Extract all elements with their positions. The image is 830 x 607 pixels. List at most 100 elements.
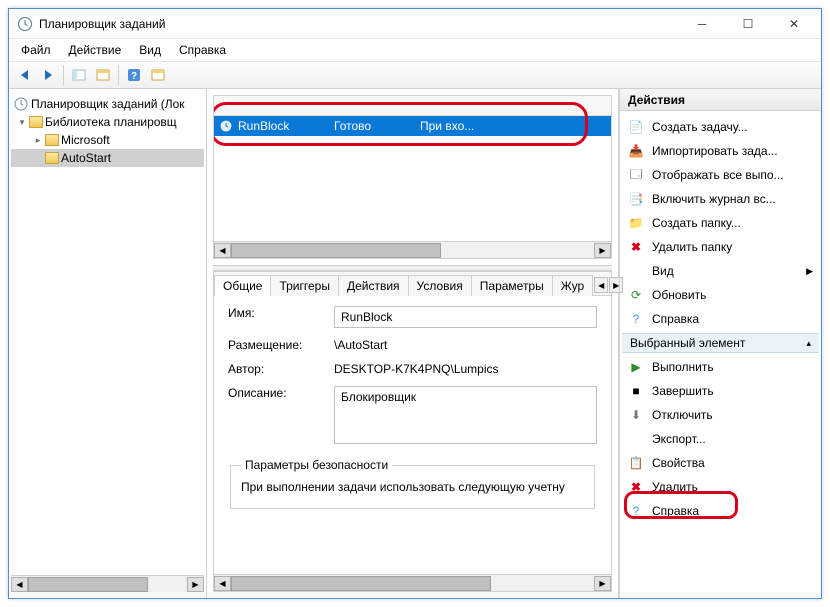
action-export[interactable]: Экспорт...: [622, 427, 819, 451]
chevron-down-icon: ▾: [17, 117, 27, 128]
actions-pane: Действия 📄Создать задачу... 📥Импортирова…: [619, 89, 821, 598]
task-state-cell: Готово: [334, 119, 414, 133]
delete-x-icon: ✖: [628, 239, 644, 255]
play-icon: ▶: [628, 359, 644, 375]
help-icon: ?: [628, 311, 644, 327]
clock-icon: [220, 120, 232, 132]
task-list[interactable]: RunBlock Готово При вхо... ◀▶: [213, 95, 612, 259]
task-scheduler-window: Планировщик заданий ─ ☐ ✕ Файл Действие …: [8, 8, 822, 599]
menubar: Файл Действие Вид Справка: [9, 39, 821, 61]
tab-actions[interactable]: Действия: [338, 275, 409, 296]
tree-library[interactable]: ▾ Библиотека планировщ: [11, 113, 204, 131]
author-label: Автор:: [228, 362, 324, 376]
titlebar: Планировщик заданий ─ ☐ ✕: [9, 9, 821, 39]
content-area: Планировщик заданий (Лок ▾ Библиотека пл…: [9, 89, 821, 598]
tree-hscrollbar[interactable]: ◀▶: [11, 575, 204, 592]
action-new-folder[interactable]: 📁Создать папку...: [622, 211, 819, 235]
tree-root-scheduler[interactable]: Планировщик заданий (Лок: [11, 95, 204, 113]
security-text: При выполнении задачи использовать следу…: [241, 480, 584, 494]
action-refresh[interactable]: ⟳Обновить: [622, 283, 819, 307]
name-label: Имя:: [228, 306, 324, 320]
tree-autostart[interactable]: AutoStart: [11, 149, 204, 167]
menu-help[interactable]: Справка: [171, 41, 234, 59]
tasklist-hscrollbar[interactable]: ◀▶: [214, 241, 611, 258]
show-hide-tree-button[interactable]: [68, 64, 90, 86]
back-button[interactable]: [13, 64, 35, 86]
svg-text:?: ?: [131, 71, 137, 82]
description-value[interactable]: Блокировщик: [334, 386, 597, 444]
maximize-button[interactable]: ☐: [725, 9, 771, 39]
window-title: Планировщик заданий: [39, 17, 679, 31]
menu-file[interactable]: Файл: [13, 41, 59, 59]
action-delete[interactable]: ✖Удалить: [622, 475, 819, 499]
help-icon: ?: [628, 503, 644, 519]
description-label: Описание:: [228, 386, 324, 400]
menu-action[interactable]: Действие: [61, 41, 130, 59]
tree-library-label: Библиотека планировщ: [45, 115, 177, 129]
chevron-right-icon: ▶: [806, 266, 813, 277]
action-help[interactable]: ?Справка: [622, 307, 819, 331]
close-button[interactable]: ✕: [771, 9, 817, 39]
log-icon: 📑: [628, 191, 644, 207]
action-run[interactable]: ▶Выполнить: [622, 355, 819, 379]
task-row[interactable]: RunBlock Готово При вхо...: [214, 116, 611, 136]
task-trigger-cell: При вхо...: [420, 119, 474, 133]
action-import-task[interactable]: 📥Импортировать зада...: [622, 139, 819, 163]
collapse-icon[interactable]: ▴: [806, 338, 811, 349]
tree-pane: Планировщик заданий (Лок ▾ Библиотека пл…: [9, 89, 207, 598]
folder-icon: [45, 134, 59, 146]
import-icon: 📥: [628, 143, 644, 159]
action-view[interactable]: Вид▶: [622, 259, 819, 283]
app-icon: [17, 16, 33, 32]
properties-icon: 📋: [628, 455, 644, 471]
disable-icon: ⬇: [628, 407, 644, 423]
tree-microsoft[interactable]: ▸ Microsoft: [11, 131, 204, 149]
action-help-2[interactable]: ?Справка: [622, 499, 819, 523]
forward-button[interactable]: [37, 64, 59, 86]
tab-journal[interactable]: Жур: [552, 275, 593, 296]
folder-icon: [29, 116, 43, 128]
running-icon: 🗔: [628, 167, 644, 183]
security-legend: Параметры безопасности: [241, 458, 392, 472]
action-show-running[interactable]: 🗔Отображать все выпо...: [622, 163, 819, 187]
tab-general[interactable]: Общие: [214, 275, 271, 296]
folder-icon: [45, 152, 59, 164]
chevron-right-icon: ▸: [33, 135, 43, 146]
tab-triggers[interactable]: Триггеры: [270, 275, 339, 296]
tree-root-label: Планировщик заданий (Лок: [31, 97, 185, 111]
refresh-icon: ⟳: [628, 287, 644, 303]
task-details: Общие Триггеры Действия Условия Параметр…: [213, 271, 612, 592]
clock-icon: [13, 96, 29, 112]
action-delete-folder[interactable]: ✖Удалить папку: [622, 235, 819, 259]
new-folder-icon: 📁: [628, 215, 644, 231]
action-create-task[interactable]: 📄Создать задачу...: [622, 115, 819, 139]
export-list-button[interactable]: [147, 64, 169, 86]
toolbar: ?: [9, 61, 821, 89]
tree-microsoft-label: Microsoft: [61, 133, 110, 147]
details-hscrollbar[interactable]: ◀▶: [214, 574, 611, 591]
action-enable-log[interactable]: 📑Включить журнал вс...: [622, 187, 819, 211]
tab-params[interactable]: Параметры: [471, 275, 553, 296]
location-label: Размещение:: [228, 338, 324, 352]
help-button[interactable]: ?: [123, 64, 145, 86]
create-task-icon: 📄: [628, 119, 644, 135]
properties-button[interactable]: [92, 64, 114, 86]
author-value: DESKTOP-K7K4PNQ\Lumpics: [334, 362, 597, 376]
action-end[interactable]: ■Завершить: [622, 379, 819, 403]
actions-list: 📄Создать задачу... 📥Импортировать зада..…: [620, 111, 821, 598]
tab-conditions[interactable]: Условия: [408, 275, 472, 296]
menu-view[interactable]: Вид: [131, 41, 169, 59]
actions-selected-header: Выбранный элемент ▴: [622, 333, 819, 353]
detail-tabs: Общие Триггеры Действия Условия Параметр…: [214, 272, 611, 296]
action-disable[interactable]: ⬇Отключить: [622, 403, 819, 427]
security-fieldset: Параметры безопасности При выполнении за…: [230, 458, 595, 509]
actions-pane-header: Действия: [620, 89, 821, 111]
task-list-header: [214, 96, 611, 116]
stop-icon: ■: [628, 383, 644, 399]
location-value: \AutoStart: [334, 338, 597, 352]
tree-autostart-label: AutoStart: [61, 151, 111, 165]
minimize-button[interactable]: ─: [679, 9, 725, 39]
delete-x-icon: ✖: [628, 479, 644, 495]
middle-pane: RunBlock Готово При вхо... ◀▶ Общие Триг…: [207, 89, 619, 598]
action-properties[interactable]: 📋Свойства: [622, 451, 819, 475]
